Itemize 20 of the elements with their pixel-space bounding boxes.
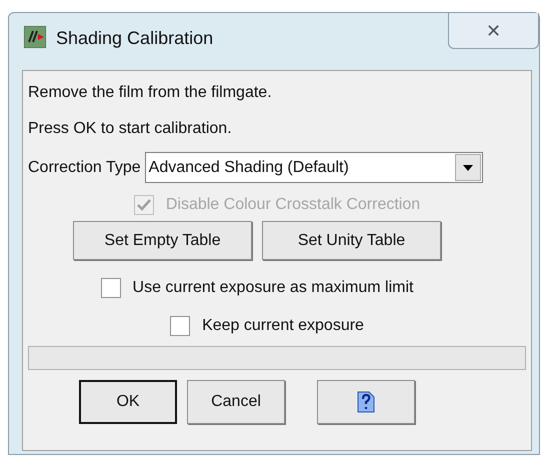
checkbox-label: Disable Colour Crosstalk Correction — [166, 195, 420, 215]
instruction-text: Press OK to start calibration. — [28, 119, 233, 139]
window-title: Shading Calibration — [56, 27, 214, 50]
table-button[interactable]: Set Empty Table — [73, 221, 252, 260]
help-button[interactable] — [317, 380, 415, 424]
checkbox-label: Keep current exposure — [202, 316, 364, 336]
checkbox[interactable] — [170, 316, 190, 336]
field-label: Correction Type — [28, 158, 141, 178]
correction-type-dropdown[interactable]: Advanced Shading (Default) — [144, 152, 483, 183]
instruction-text: Remove the film from the filmgate. — [28, 83, 273, 103]
table-button[interactable]: Set Unity Table — [262, 221, 441, 260]
ok-button[interactable]: OK — [79, 380, 177, 424]
checkbox-label: Use current exposure as maximum limit — [132, 278, 414, 298]
help-icon — [357, 391, 375, 413]
app-icon — [24, 26, 46, 48]
cancel-button[interactable]: Cancel — [187, 380, 285, 424]
close-button[interactable]: ✕ — [448, 13, 539, 49]
checkbox[interactable] — [100, 278, 121, 298]
dropdown-value: Advanced Shading (Default) — [148, 158, 350, 178]
dropdown-arrow-icon — [462, 164, 473, 170]
